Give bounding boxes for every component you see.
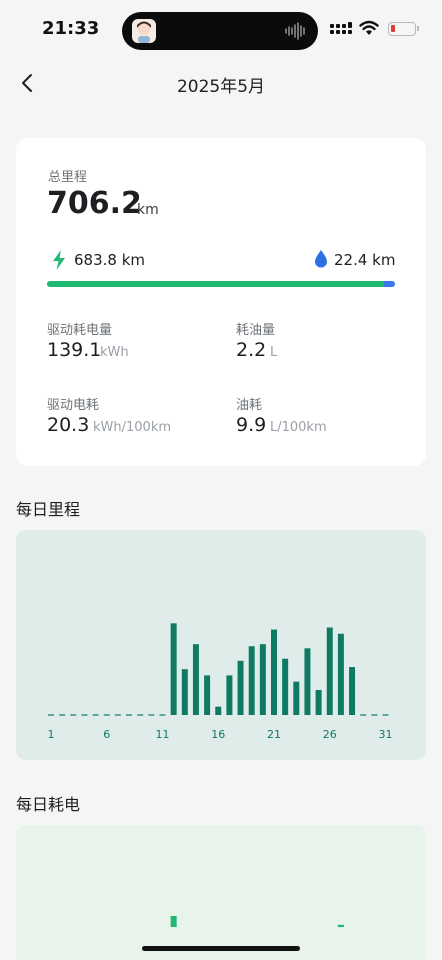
- wifi-icon: [359, 20, 379, 35]
- x-tick-label: 26: [323, 728, 337, 741]
- home-indicator[interactable]: [142, 946, 300, 951]
- battery-icon: [388, 22, 419, 36]
- total-mileage-label: 总里程: [48, 170, 88, 185]
- bar-day-26[interactable]: [326, 627, 333, 716]
- bar-day-22[interactable]: [282, 658, 289, 715]
- stat-value-drive-energy: 139.1: [47, 339, 102, 361]
- energy-bar-day-12[interactable]: [170, 916, 177, 927]
- total-mileage-value: 706.2: [47, 186, 142, 221]
- stat-unit-fuel-used: L: [270, 345, 278, 360]
- stat-label-energy-consumption: 驱动电耗: [47, 398, 100, 413]
- stat-label-fuel-used: 耗油量: [236, 323, 276, 338]
- daily-mileage-svg: 1 6 11 16 21 26 31: [48, 623, 393, 741]
- cellular-signal-icon: [330, 22, 352, 34]
- bar-day-12[interactable]: [170, 623, 177, 715]
- stat-label-fuel-consumption: 油耗: [236, 398, 263, 413]
- bar-day-17[interactable]: [226, 675, 233, 715]
- fuel-mileage: 22.4 km: [334, 251, 396, 269]
- bar-day-27[interactable]: [337, 633, 344, 715]
- daily-energy-title: 每日耗电: [16, 795, 81, 814]
- bar-day-14[interactable]: [192, 644, 199, 715]
- electric-share-fill: [47, 281, 384, 287]
- stat-value-fuel-used: 2.2: [236, 339, 267, 361]
- x-tick-label: 1: [48, 728, 55, 741]
- bar-day-20[interactable]: [259, 644, 266, 715]
- total-mileage-unit: km: [137, 202, 159, 218]
- stat-value-energy-consumption: 20.3: [47, 414, 90, 436]
- bar-day-25[interactable]: [315, 690, 322, 715]
- bar-day-28[interactable]: [349, 667, 356, 715]
- lightning-bolt-icon: [53, 250, 65, 270]
- fuel-drop-icon: [315, 250, 327, 268]
- stat-unit-fuel-consumption: L/100km: [270, 420, 327, 435]
- bar-day-15[interactable]: [204, 675, 211, 715]
- status-time: 21:33: [42, 18, 100, 39]
- x-tick-label: 16: [211, 728, 225, 741]
- status-bar: 21:33: [0, 0, 442, 60]
- stat-unit-drive-energy: kWh: [100, 345, 129, 360]
- x-tick-label: 21: [267, 728, 281, 741]
- stat-value-fuel-consumption: 9.9: [236, 414, 267, 436]
- bar-day-21[interactable]: [271, 629, 277, 715]
- x-tick-label: 31: [379, 728, 393, 741]
- daily-mileage-title: 每日里程: [16, 500, 81, 519]
- daily-energy-svg: [170, 916, 344, 927]
- stat-label-drive-energy: 驱动耗电量: [47, 323, 113, 338]
- x-tick-label: 11: [156, 728, 170, 741]
- mileage-summary-card: 总里程 706.2 km 683.8 km 22.4 km 驱动耗电量 139.…: [16, 138, 426, 466]
- mileage-split-bar: [47, 281, 395, 287]
- bar-day-16[interactable]: [215, 706, 222, 715]
- daily-mileage-chart[interactable]: 1 6 11 16 21 26 31: [16, 530, 426, 760]
- daily-energy-chart[interactable]: [16, 825, 426, 960]
- bar-day-24[interactable]: [304, 648, 311, 715]
- page-title[interactable]: 2025年5月: [0, 72, 442, 97]
- electric-mileage: 683.8 km: [74, 251, 146, 269]
- bar-day-18[interactable]: [237, 660, 244, 715]
- x-tick-label: 6: [103, 728, 110, 741]
- bar-day-19[interactable]: [248, 646, 255, 715]
- audio-wave-icon: [285, 22, 305, 40]
- bar-day-23[interactable]: [293, 681, 300, 715]
- avatar: [132, 19, 156, 43]
- dynamic-island[interactable]: [122, 12, 318, 50]
- bar-day-13[interactable]: [181, 669, 188, 715]
- stat-unit-energy-consumption: kWh/100km: [93, 420, 172, 435]
- energy-bar-day-27[interactable]: [337, 924, 344, 927]
